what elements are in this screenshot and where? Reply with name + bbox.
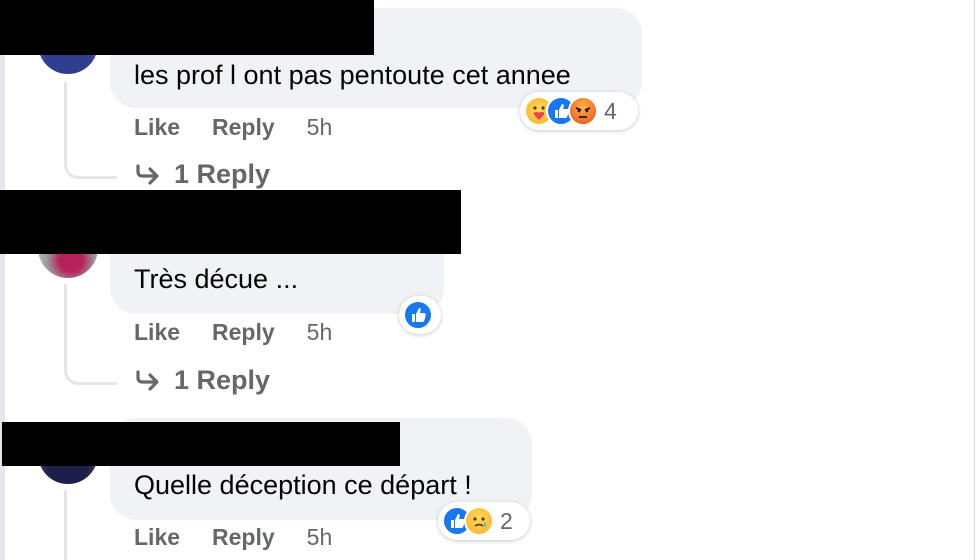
comment-actions: Like Reply 5h [134, 317, 332, 347]
replies-count-label: 1 Reply [174, 364, 271, 395]
thread-line [64, 82, 117, 179]
right-border [974, 0, 975, 560]
like-button[interactable]: Like [134, 114, 180, 141]
reply-arrow-icon [136, 370, 159, 391]
reaction-count: 2 [500, 507, 513, 534]
comment-actions: Like Reply 5h [134, 112, 332, 142]
reply-button[interactable]: Reply [212, 524, 275, 551]
comment-timestamp[interactable]: 5h [307, 524, 333, 551]
redacted-author-name [0, 190, 461, 254]
angry-reaction-icon [568, 96, 598, 126]
thread-line [64, 490, 67, 560]
comment-actions: Like Reply 5h [134, 522, 332, 552]
view-replies-link[interactable]: 1 Reply [134, 362, 270, 398]
sad-reaction-icon [464, 506, 494, 536]
reaction-count: 4 [604, 97, 617, 124]
comment-timestamp[interactable]: 5h [307, 114, 333, 141]
redacted-author-name [0, 0, 374, 55]
reaction-summary[interactable]: 4 [520, 92, 638, 130]
comment-text: les prof l ont pas pentoute cet annee [134, 60, 571, 90]
view-replies-link[interactable]: 1 Reply [134, 156, 270, 192]
comment-timestamp[interactable]: 5h [307, 319, 333, 346]
comment-text: Quelle déception ce départ ! [134, 470, 472, 500]
redacted-author-name [2, 422, 400, 466]
left-border [0, 0, 5, 560]
comment-text: Très décue ... [134, 264, 299, 294]
replies-count-label: 1 Reply [174, 158, 271, 189]
reply-arrow-icon [136, 164, 159, 185]
reaction-summary[interactable]: 2 [438, 502, 530, 540]
like-button[interactable]: Like [134, 524, 180, 551]
reply-button[interactable]: Reply [212, 114, 275, 141]
like-button[interactable]: Like [134, 319, 180, 346]
thread-line [64, 284, 117, 385]
like-reaction-icon [403, 300, 433, 330]
reaction-summary[interactable] [399, 296, 441, 334]
reply-button[interactable]: Reply [212, 319, 275, 346]
